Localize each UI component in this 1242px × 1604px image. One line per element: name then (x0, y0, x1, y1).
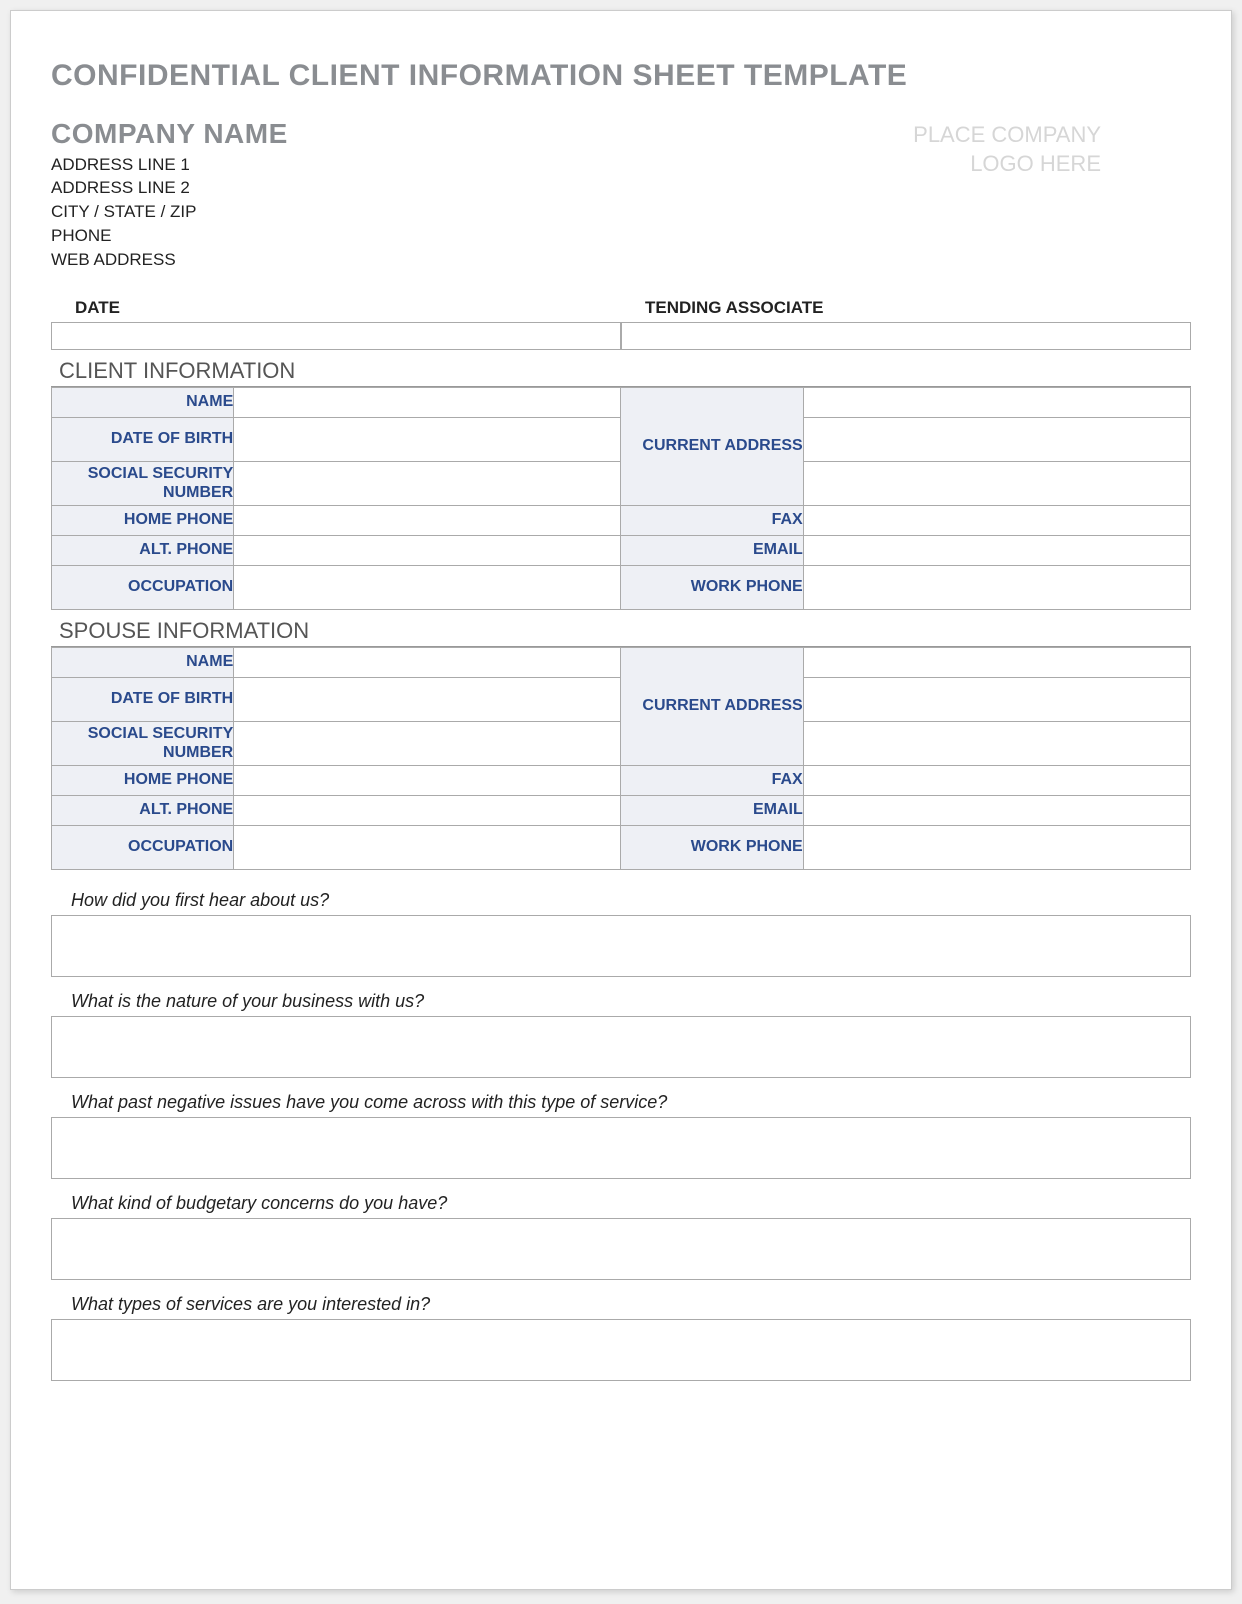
client-occupation-label: OCCUPATION (52, 565, 234, 609)
spouse-home-phone-input[interactable] (234, 765, 621, 795)
logo-placeholder-line2: LOGO HERE (913, 150, 1101, 179)
spouse-address-input-1[interactable] (803, 647, 1190, 677)
spouse-name-label: NAME (52, 647, 234, 677)
client-alt-phone-label: ALT. PHONE (52, 535, 234, 565)
client-info-section-title: CLIENT INFORMATION (51, 358, 1191, 387)
spouse-work-phone-input[interactable] (803, 825, 1190, 869)
company-block: COMPANY NAME ADDRESS LINE 1 ADDRESS LINE… (51, 117, 288, 272)
question-1-label: How did you first hear about us? (51, 884, 1191, 915)
spouse-name-input[interactable] (234, 647, 621, 677)
question-3-label: What past negative issues have you come … (51, 1086, 1191, 1117)
questions-block: How did you first hear about us? What is… (51, 884, 1191, 1381)
client-work-phone-input[interactable] (803, 565, 1190, 609)
document-title: CONFIDENTIAL CLIENT INFORMATION SHEET TE… (51, 59, 1191, 93)
logo-placeholder: PLACE COMPANY LOGO HERE (913, 117, 1191, 178)
question-1-input[interactable] (51, 915, 1191, 977)
spouse-work-phone-label: WORK PHONE (621, 825, 803, 869)
client-dob-label: DATE OF BIRTH (52, 417, 234, 461)
question-4-input[interactable] (51, 1218, 1191, 1280)
spouse-fax-input[interactable] (803, 765, 1190, 795)
address-line-2: ADDRESS LINE 2 (51, 176, 288, 200)
client-email-label: EMAIL (621, 535, 803, 565)
tending-associate-label: TENDING ASSOCIATE (621, 294, 1191, 322)
client-occupation-input[interactable] (234, 565, 621, 609)
spouse-address-input-2[interactable] (803, 677, 1190, 721)
client-current-address-label: CURRENT ADDRESS (621, 387, 803, 505)
client-home-phone-label: HOME PHONE (52, 505, 234, 535)
spouse-ssn-input[interactable] (234, 721, 621, 765)
document-page: CONFIDENTIAL CLIENT INFORMATION SHEET TE… (10, 10, 1232, 1590)
company-phone: PHONE (51, 224, 288, 248)
question-5-input[interactable] (51, 1319, 1191, 1381)
spouse-occupation-label: OCCUPATION (52, 825, 234, 869)
spouse-email-label: EMAIL (621, 795, 803, 825)
company-web: WEB ADDRESS (51, 248, 288, 272)
question-2-label: What is the nature of your business with… (51, 985, 1191, 1016)
question-5-label: What types of services are you intereste… (51, 1288, 1191, 1319)
spouse-dob-input[interactable] (234, 677, 621, 721)
question-4-label: What kind of budgetary concerns do you h… (51, 1187, 1191, 1218)
date-label: DATE (51, 294, 621, 322)
client-fax-input[interactable] (803, 505, 1190, 535)
spouse-current-address-label: CURRENT ADDRESS (621, 647, 803, 765)
client-address-input-1[interactable] (803, 387, 1190, 417)
spouse-occupation-input[interactable] (234, 825, 621, 869)
client-fax-label: FAX (621, 505, 803, 535)
question-2-input[interactable] (51, 1016, 1191, 1078)
company-name: COMPANY NAME (51, 117, 288, 151)
address-line-1: ADDRESS LINE 1 (51, 153, 288, 177)
logo-placeholder-line1: PLACE COMPANY (913, 121, 1101, 150)
client-info-table: NAME CURRENT ADDRESS DATE OF BIRTH SOCIA… (51, 387, 1191, 610)
client-alt-phone-input[interactable] (234, 535, 621, 565)
spouse-alt-phone-input[interactable] (234, 795, 621, 825)
client-name-input[interactable] (234, 387, 621, 417)
client-name-label: NAME (52, 387, 234, 417)
spouse-info-table: NAME CURRENT ADDRESS DATE OF BIRTH SOCIA… (51, 647, 1191, 870)
client-ssn-label: SOCIAL SECURITY NUMBER (52, 461, 234, 505)
client-home-phone-input[interactable] (234, 505, 621, 535)
header-row: COMPANY NAME ADDRESS LINE 1 ADDRESS LINE… (51, 117, 1191, 272)
spouse-email-input[interactable] (803, 795, 1190, 825)
spouse-home-phone-label: HOME PHONE (52, 765, 234, 795)
date-input[interactable] (51, 322, 621, 350)
client-email-input[interactable] (803, 535, 1190, 565)
spouse-ssn-label: SOCIAL SECURITY NUMBER (52, 721, 234, 765)
client-ssn-input[interactable] (234, 461, 621, 505)
client-address-input-3[interactable] (803, 461, 1190, 505)
client-address-input-2[interactable] (803, 417, 1190, 461)
spouse-fax-label: FAX (621, 765, 803, 795)
client-work-phone-label: WORK PHONE (621, 565, 803, 609)
spouse-dob-label: DATE OF BIRTH (52, 677, 234, 721)
spouse-info-section-title: SPOUSE INFORMATION (51, 618, 1191, 647)
spouse-alt-phone-label: ALT. PHONE (52, 795, 234, 825)
city-state-zip: CITY / STATE / ZIP (51, 200, 288, 224)
date-associate-row: DATE TENDING ASSOCIATE (51, 294, 1191, 350)
client-dob-input[interactable] (234, 417, 621, 461)
question-3-input[interactable] (51, 1117, 1191, 1179)
spouse-address-input-3[interactable] (803, 721, 1190, 765)
tending-associate-input[interactable] (621, 322, 1191, 350)
